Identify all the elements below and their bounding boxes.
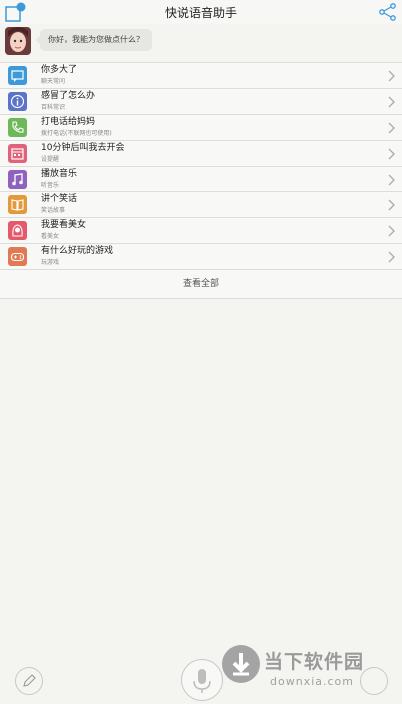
greeting-bubble: 你好，我能为您做点什么？ bbox=[35, 29, 152, 51]
command-text: 讲个笑话 bbox=[41, 194, 78, 205]
command-text: 我要看美女 bbox=[41, 220, 87, 231]
chevron-right-icon bbox=[388, 70, 395, 82]
download-arrow-icon bbox=[222, 645, 260, 683]
chevron-right-icon bbox=[388, 96, 395, 108]
chevron-right-icon bbox=[388, 122, 395, 134]
command-category: 玩游戏 bbox=[41, 259, 60, 267]
music-icon bbox=[8, 169, 27, 189]
info-icon bbox=[8, 91, 27, 111]
greeting-row: 你好，我能为您做点什么？ bbox=[0, 24, 402, 64]
command-item[interactable]: 感冒了怎么办 百科常识 bbox=[0, 89, 402, 115]
microphone-button[interactable] bbox=[181, 659, 223, 701]
command-item[interactable]: 我要看美女 看美女 bbox=[0, 218, 402, 245]
girl-icon bbox=[8, 221, 27, 241]
command-item[interactable]: 10分钟后叫我去开会 设提醒 bbox=[0, 141, 402, 167]
share-icon[interactable] bbox=[378, 3, 398, 21]
command-category: 拨打电话(不联网也可使用) bbox=[41, 129, 112, 137]
command-category: 百科常识 bbox=[41, 103, 66, 111]
page-title: 快说语音助手 bbox=[164, 6, 237, 20]
phone-icon bbox=[8, 117, 27, 137]
command-text: 打电话给妈妈 bbox=[41, 116, 96, 127]
chevron-right-icon bbox=[388, 174, 395, 186]
gamepad-icon bbox=[8, 247, 27, 267]
command-text: 你多大了 bbox=[41, 65, 78, 75]
command-category: 聊天常问 bbox=[41, 78, 66, 85]
command-category: 听音乐 bbox=[41, 181, 60, 189]
command-text: 10分钟后叫我去开会 bbox=[41, 142, 125, 153]
watermark-brand: 当下软件园 bbox=[264, 651, 365, 673]
command-list: 你多大了 聊天常问 感冒了怎么办 百科常识 打电话给妈妈 拨打电话(不联网也可使… bbox=[0, 62, 402, 300]
view-all-button[interactable]: 查看全部 bbox=[0, 270, 402, 300]
watermark: 当下软件园 downxia.com bbox=[222, 643, 397, 703]
command-text: 感冒了怎么办 bbox=[41, 90, 96, 101]
chevron-right-icon bbox=[388, 148, 395, 160]
edit-button[interactable] bbox=[15, 667, 43, 695]
chat-icon bbox=[8, 66, 27, 85]
calendar-icon bbox=[8, 143, 27, 163]
command-text: 播放音乐 bbox=[41, 168, 78, 179]
command-item[interactable]: 播放音乐 听音乐 bbox=[0, 167, 402, 193]
pencil-icon bbox=[23, 674, 36, 687]
header-bar: 快说语音助手 bbox=[0, 0, 402, 24]
chevron-right-icon bbox=[388, 225, 395, 237]
command-category: 设提醒 bbox=[41, 155, 60, 163]
chevron-right-icon bbox=[388, 199, 395, 211]
watermark-url: downxia.com bbox=[270, 675, 354, 688]
command-item[interactable]: 你多大了 聊天常问 bbox=[0, 63, 402, 89]
command-item[interactable]: 有什么好玩的游戏 玩游戏 bbox=[0, 244, 402, 271]
chevron-right-icon bbox=[388, 251, 395, 263]
book-icon bbox=[8, 195, 27, 215]
command-text: 有什么好玩的游戏 bbox=[41, 246, 114, 257]
assistant-avatar bbox=[5, 27, 31, 55]
command-category: 看美女 bbox=[41, 233, 60, 241]
command-item[interactable]: 讲个笑话 笑话故事 bbox=[0, 192, 402, 219]
command-category: 笑话故事 bbox=[41, 207, 66, 215]
command-item[interactable]: 打电话给妈妈 拨打电话(不联网也可使用) bbox=[0, 115, 402, 141]
microphone-icon bbox=[193, 669, 211, 693]
